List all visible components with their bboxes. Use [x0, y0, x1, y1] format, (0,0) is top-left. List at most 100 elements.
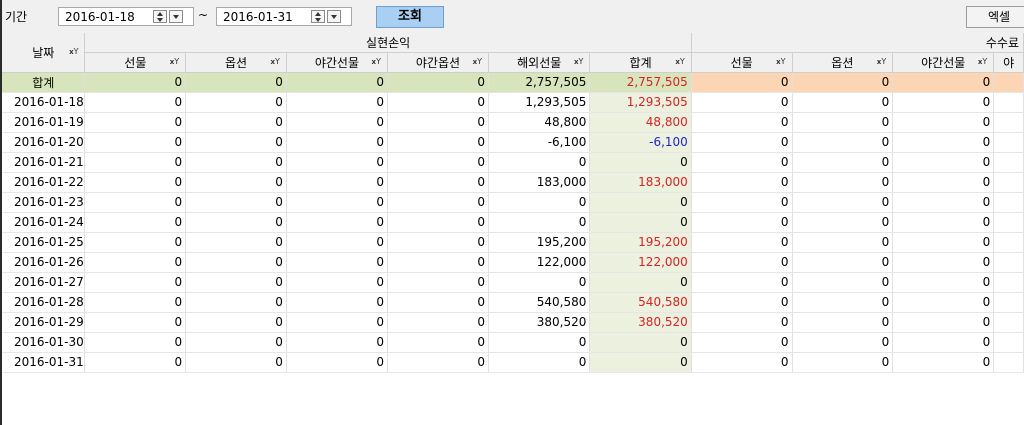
value-cell[interactable]: 0 [387, 332, 490, 353]
spinner-up-icon[interactable] [157, 12, 163, 16]
fee-cell[interactable] [993, 232, 1024, 253]
table-row[interactable]: 2016-01-30 0 0 0 0 0 0 0 0 0 [2, 332, 1024, 353]
fee-column-header-partial[interactable]: 야 [993, 52, 1024, 73]
sum-cell[interactable]: 540,580 [589, 292, 692, 313]
total-row[interactable]: 합계 0 0 0 0 2,757,505 2,757,505 0 0 0 [2, 72, 1024, 93]
value-cell[interactable]: 0 [185, 232, 287, 253]
value-cell[interactable]: 0 [84, 112, 187, 133]
value-cell[interactable]: 0 [387, 72, 490, 93]
value-cell[interactable]: 0 [84, 332, 187, 353]
date-cell[interactable]: 2016-01-18 [2, 92, 86, 113]
fee-cell[interactable] [993, 272, 1024, 293]
fee-cell[interactable]: 0 [892, 72, 995, 93]
table-row[interactable]: 2016-01-24 0 0 0 0 0 0 0 0 0 [2, 212, 1024, 233]
value-cell[interactable]: 0 [286, 132, 388, 153]
value-cell[interactable]: 0 [286, 192, 388, 213]
fee-cell[interactable]: 0 [691, 232, 793, 253]
start-date-dropdown-button[interactable] [169, 10, 183, 23]
sum-cell[interactable]: 48,800 [589, 112, 692, 133]
column-header-night-futures[interactable]: 야간선물 xY [286, 52, 388, 73]
value-cell[interactable]: 0 [286, 252, 388, 273]
value-cell[interactable]: 0 [84, 272, 187, 293]
fee-cell[interactable]: 0 [691, 192, 793, 213]
value-cell[interactable]: 0 [286, 332, 388, 353]
fee-cell[interactable] [993, 312, 1024, 333]
fee-cell[interactable]: 0 [792, 252, 894, 273]
date-cell[interactable]: 2016-01-20 [2, 132, 86, 153]
table-row[interactable]: 2016-01-18 0 0 0 0 1,293,505 1,293,505 0 0 0 [2, 92, 1024, 113]
fee-column-header-futures[interactable]: 선물 xY [691, 52, 793, 73]
fee-cell[interactable]: 0 [691, 152, 793, 173]
value-cell[interactable]: 0 [286, 92, 388, 113]
sum-cell[interactable]: 0 [589, 332, 692, 353]
table-row[interactable]: 2016-01-26 0 0 0 0 122,000 122,000 0 0 0 [2, 252, 1024, 273]
fee-cell[interactable]: 0 [892, 312, 995, 333]
date-cell[interactable]: 2016-01-26 [2, 252, 86, 273]
value-cell[interactable]: 0 [387, 92, 490, 113]
sum-cell[interactable]: 195,200 [589, 232, 692, 253]
value-cell[interactable]: 0 [84, 192, 187, 213]
table-row[interactable]: 2016-01-28 0 0 0 0 540,580 540,580 0 0 0 [2, 292, 1024, 313]
value-cell[interactable]: 0 [185, 312, 287, 333]
date-cell[interactable]: 2016-01-19 [2, 112, 86, 133]
table-row[interactable]: 2016-01-21 0 0 0 0 0 0 0 0 0 [2, 152, 1024, 173]
fee-cell[interactable]: 0 [892, 172, 995, 193]
value-cell[interactable]: 0 [185, 152, 287, 173]
column-header-overseas-futures[interactable]: 해외선물 xY [488, 52, 591, 73]
value-cell[interactable]: 0 [286, 272, 388, 293]
date-cell[interactable]: 2016-01-27 [2, 272, 86, 293]
fee-cell[interactable]: 0 [792, 152, 894, 173]
sum-cell[interactable]: -6,100 [589, 132, 692, 153]
date-cell[interactable]: 2016-01-22 [2, 172, 86, 193]
value-cell[interactable]: 0 [84, 132, 187, 153]
value-cell[interactable]: 540,580 [488, 292, 591, 313]
value-cell[interactable]: 0 [286, 152, 388, 173]
value-cell[interactable]: 0 [185, 292, 287, 313]
value-cell[interactable]: 0 [387, 272, 490, 293]
sum-cell[interactable]: 2,757,505 [589, 72, 692, 93]
fee-cell[interactable]: 0 [792, 72, 894, 93]
fee-cell[interactable] [993, 112, 1024, 133]
value-cell[interactable]: 0 [387, 172, 490, 193]
fee-cell[interactable]: 0 [691, 172, 793, 193]
value-cell[interactable]: 0 [185, 92, 287, 113]
filter-icon[interactable]: xY [69, 47, 78, 57]
value-cell[interactable]: 0 [286, 352, 388, 373]
value-cell[interactable]: 122,000 [488, 252, 591, 273]
end-date-value[interactable]: 2016-01-31 [217, 10, 309, 24]
value-cell[interactable]: 0 [185, 272, 287, 293]
value-cell[interactable]: 0 [387, 112, 490, 133]
fee-cell[interactable] [993, 292, 1024, 313]
value-cell[interactable]: 0 [84, 292, 187, 313]
sum-cell[interactable]: 0 [589, 352, 692, 373]
sum-cell[interactable]: 0 [589, 212, 692, 233]
value-cell[interactable]: 0 [286, 232, 388, 253]
value-cell[interactable]: 0 [387, 252, 490, 273]
value-cell[interactable]: 0 [84, 92, 187, 113]
fee-cell[interactable]: 0 [792, 112, 894, 133]
total-label[interactable]: 합계 [2, 72, 86, 93]
sum-cell[interactable]: 0 [589, 152, 692, 173]
fee-cell[interactable] [993, 192, 1024, 213]
end-date-spinner[interactable] [311, 10, 325, 23]
value-cell[interactable]: 0 [185, 252, 287, 273]
filter-icon[interactable]: xY [877, 57, 886, 67]
start-date-spinner[interactable] [153, 10, 167, 23]
value-cell[interactable]: 0 [387, 352, 490, 373]
fee-cell[interactable]: 0 [892, 192, 995, 213]
value-cell[interactable]: 0 [488, 272, 591, 293]
value-cell[interactable]: 0 [84, 212, 187, 233]
sum-cell[interactable]: 0 [589, 192, 692, 213]
filter-icon[interactable]: xY [574, 57, 583, 67]
date-cell[interactable]: 2016-01-24 [2, 212, 86, 233]
fee-cell[interactable]: 0 [792, 132, 894, 153]
fee-cell[interactable]: 0 [792, 352, 894, 373]
value-cell[interactable]: 0 [488, 332, 591, 353]
table-row[interactable]: 2016-01-23 0 0 0 0 0 0 0 0 0 [2, 192, 1024, 213]
value-cell[interactable]: 0 [185, 212, 287, 233]
value-cell[interactable]: 0 [84, 152, 187, 173]
value-cell[interactable]: 0 [286, 72, 388, 93]
fee-cell[interactable] [993, 352, 1024, 373]
search-button[interactable]: 조회 [376, 6, 444, 28]
value-cell[interactable]: 0 [286, 292, 388, 313]
